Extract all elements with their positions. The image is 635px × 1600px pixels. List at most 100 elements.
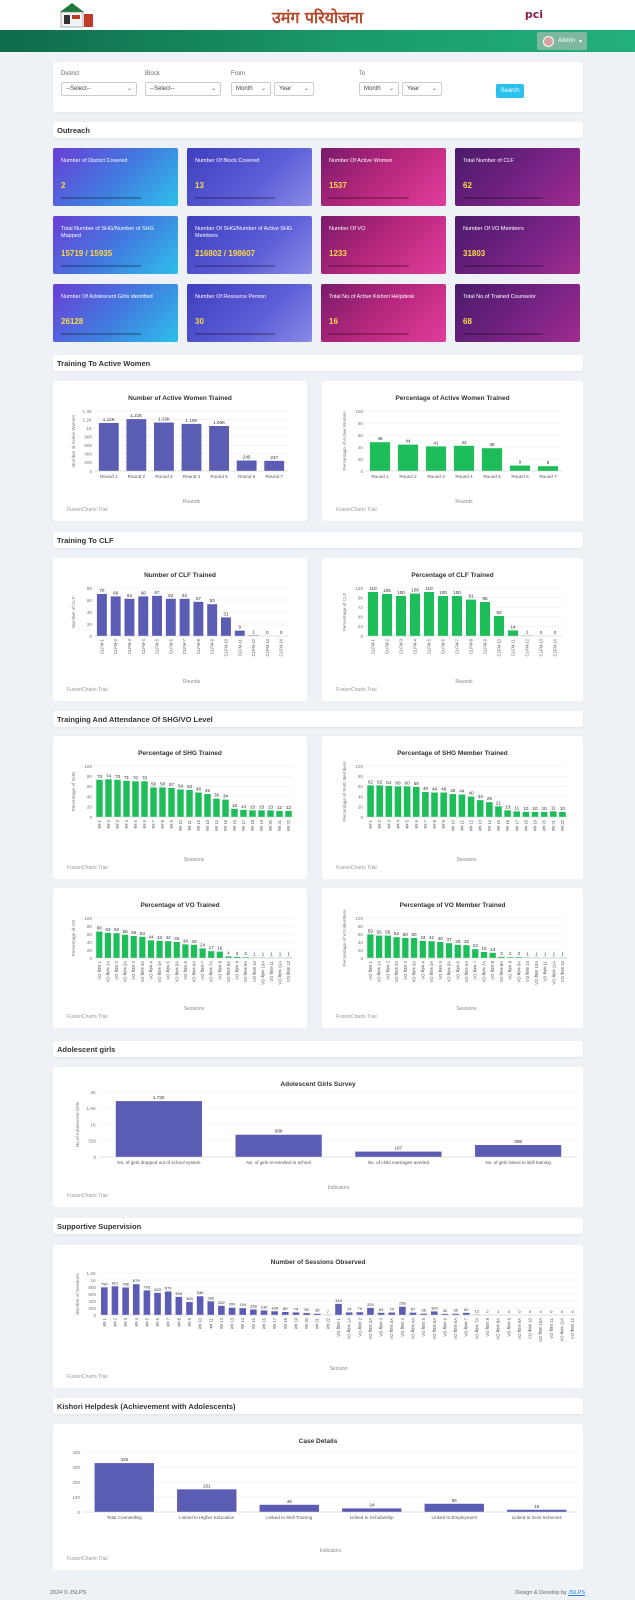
x-tick-label: सत्र 11 [187,819,192,830]
x-tick-label: Round 2 [128,474,146,479]
to-year-value: Year [407,86,420,92]
chart-svg: 0 500 1K 1.5K 2K No.of Adolescent Girls 1.72K N… [75,1090,578,1191]
from-month-value: Month [236,86,253,92]
x-tick-label: VO बैठक 8A [499,961,504,983]
fusioncharts-trial-label[interactable]: FusionCharts Trial [336,865,377,871]
chart-card-sessions: Number of Sessions Observed 0 200 400 600 800… [53,1245,583,1388]
x-axis-label: Session [330,1366,348,1372]
to-year-select[interactable]: Year ⌄ [402,82,442,96]
bar [451,596,463,636]
y-tick-label: 1.4K [83,409,93,414]
x-tick-label: CLFM-8 [469,638,474,654]
x-tick-label: CLFM-3 [399,638,404,654]
data-label: 4 [227,950,230,955]
bar [240,809,247,817]
data-label: 42 [461,440,467,445]
bar [156,940,163,958]
fusioncharts-trial-label[interactable]: FusionCharts Trial [67,1193,108,1199]
fusioncharts-trial-label[interactable]: FusionCharts Trial [336,507,377,513]
bar [177,789,184,817]
data-label: 33 [455,939,461,944]
stat-value: 216802 / 198607 [195,249,256,258]
x-tick-label: सत्र 10 [450,819,455,831]
stat-label: Number Of Active Women [329,158,393,164]
x-tick-label: VO बैठक 7A [474,1318,479,1340]
jslps-link[interactable]: JSLPS [568,1590,585,1596]
bar [96,779,103,817]
stat-value: 13 [195,181,204,190]
stat-underline [61,197,141,199]
data-label: 33 [478,794,484,799]
y-axis-label: No.of Adolescent Girls [75,1101,80,1147]
data-label: 110 [425,586,433,591]
y-axis-label: Percentage of SHG [71,771,76,811]
from-month-select[interactable]: Month ⌄ [231,82,271,96]
fusioncharts-trial-label[interactable]: FusionCharts Trial [336,687,377,693]
bar [385,785,393,817]
bar [537,466,559,471]
fusioncharts-trial-label[interactable]: FusionCharts Trial [67,507,108,513]
bar [495,806,502,817]
data-label: 45 [450,788,456,793]
data-label: 0 [572,1309,575,1314]
x-tick-label: सत्र 14 [240,1317,245,1329]
data-label: 0 [518,1309,521,1314]
data-label: 673 [165,1285,172,1290]
data-label: 70 [389,1307,394,1312]
data-label: 0 [561,1309,564,1314]
x-tick-label: सत्र 3 [123,1317,128,1326]
data-label: 40 [438,936,444,941]
section-training-shg-vo: Trainging And Attendance Of SHG/VO Level [53,711,583,727]
search-button[interactable]: Search [496,84,524,98]
bar [489,952,496,958]
data-label: 63 [379,1307,384,1312]
x-tick-label: सत्र 19 [259,819,264,831]
y-axis-label: Number of Active Women [71,415,76,467]
from-year-select[interactable]: Year ⌄ [274,82,314,96]
data-label: 37 [446,937,452,942]
to-month-select[interactable]: Month ⌄ [359,82,399,96]
data-label: 16 [232,803,238,808]
fusioncharts-trial-label[interactable]: FusionCharts Trial [67,1556,108,1562]
x-tick-label: सत्र 9 [187,1317,192,1326]
stat-underline [463,265,543,267]
bar [422,792,429,817]
y-tick-label: 40 [87,940,93,945]
bar [159,787,166,817]
chevron-down-icon: ▾ [579,38,583,45]
data-label: 43 [157,935,163,940]
y-tick-label: 200 [72,1480,80,1485]
x-tick-label: Round 5 [483,474,501,479]
bar [355,1151,442,1157]
y-tick-label: 1K [90,1278,97,1283]
bar [431,1311,438,1315]
block-select[interactable]: --Select-- ⌄ [145,82,221,96]
bar [147,940,155,958]
data-label: 16 [217,946,223,951]
y-tick-label: 2K [90,1090,97,1095]
x-tick-label: सत्र 16 [261,1317,266,1329]
data-label: 58 [123,929,129,934]
y-tick-label: 100 [84,916,92,921]
bar [509,465,531,471]
chart-svg: 0 100 200 300 400 326 Total Counselling 151 Link… [72,1450,578,1554]
data-label: 41 [433,440,439,445]
stat-underline [329,197,409,199]
fusioncharts-trial-label[interactable]: FusionCharts Trial [67,687,108,693]
fusioncharts-trial-label[interactable]: FusionCharts Trial [67,1014,108,1020]
fusioncharts-trial-label[interactable]: FusionCharts Trial [67,1374,108,1380]
bar [522,811,530,817]
x-tick-label: VO बैठक 2 [357,1317,362,1336]
data-label: 48 [196,787,202,792]
x-tick-label: सत्र 18 [250,819,255,831]
x-tick-label: VO बैठक 8 [217,960,222,979]
stat-card: Total Number of CLF 62 [455,148,580,206]
fusioncharts-trial-label[interactable]: FusionCharts Trial [336,1014,377,1020]
data-label: 73 [97,774,103,779]
stat-underline [61,333,141,335]
x-tick-label: VO बैठक 3 [403,960,408,979]
district-select[interactable]: --Select-- ⌄ [61,82,137,96]
user-menu[interactable]: Admin ▾ [537,32,587,50]
data-label: 194 [239,1302,246,1307]
fusioncharts-trial-label[interactable]: FusionCharts Trial [67,865,108,871]
